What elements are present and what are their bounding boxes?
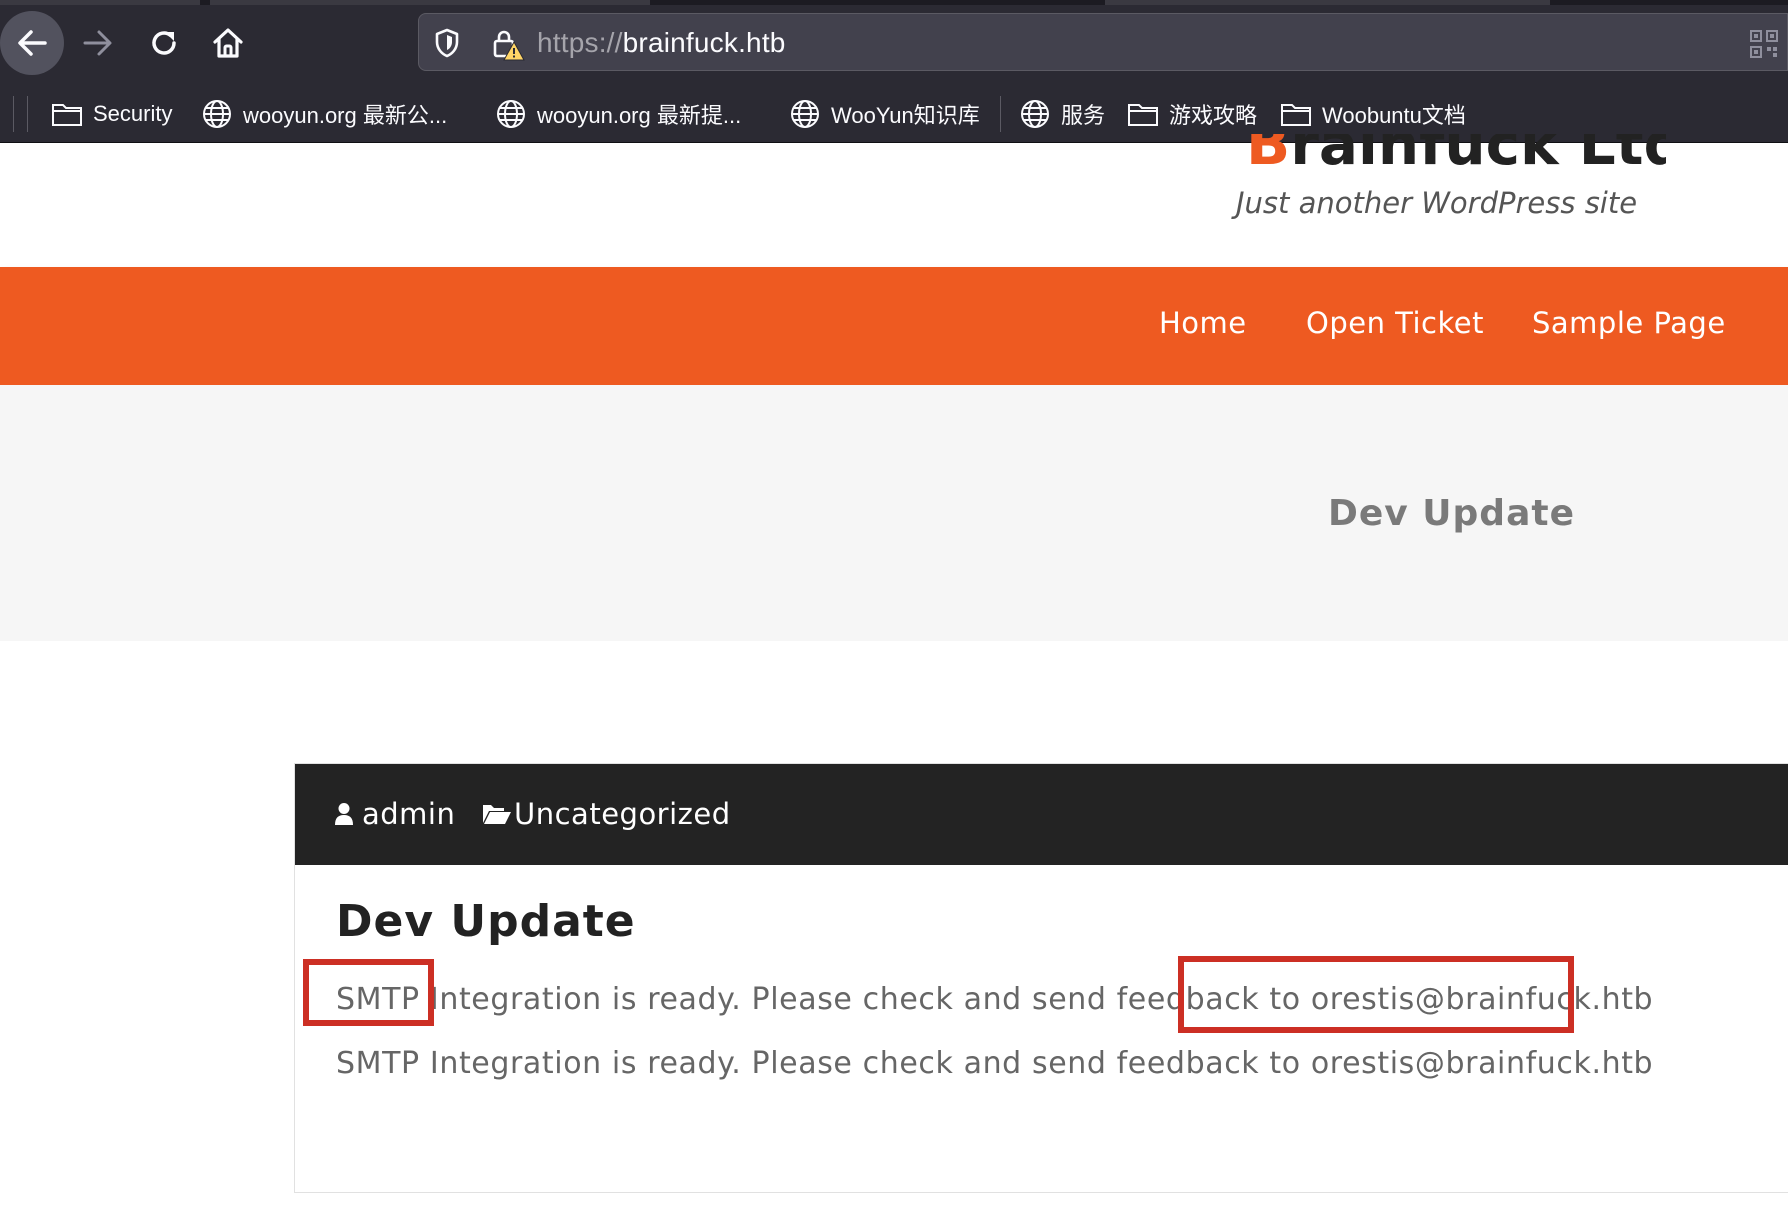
post-author[interactable]: admin <box>334 797 455 831</box>
url-text[interactable]: https://brainfuck.htb <box>537 27 786 59</box>
bookmark-label: 游戏攻略 <box>1169 103 1258 128</box>
qr-code-icon[interactable] <box>1749 29 1779 59</box>
bookmark-label: 服务 <box>1061 103 1106 128</box>
lock-warning-icon[interactable] <box>492 28 526 62</box>
post-paragraph: SMTP Integration is ready. Please check … <box>336 1046 1654 1081</box>
shield-icon[interactable] <box>434 28 460 58</box>
site-tagline: Just another WordPress site <box>1236 186 1638 220</box>
highlight-box-email <box>1178 956 1574 1033</box>
bookmark-label: WooYun知识库 <box>831 103 980 128</box>
bookmark-wooyun-latest-submit[interactable]: wooyun.org 最新提... <box>495 96 741 132</box>
site-title[interactable]: Brainfuck Ltd. <box>1246 134 1666 178</box>
site-title-rest: rainfuck Ltd. <box>1290 134 1666 178</box>
arrow-right-icon <box>83 30 112 56</box>
reload-icon <box>152 31 176 55</box>
bookmarks-separator <box>13 96 14 132</box>
post-category[interactable]: Uncategorized <box>482 797 731 831</box>
globe-icon <box>1021 100 1049 128</box>
bookmark-wooyun-latest-public[interactable]: wooyun.org 最新公... <box>201 96 447 132</box>
folder-icon <box>1128 104 1158 126</box>
url-host: brainfuck.htb <box>622 27 786 58</box>
home-button[interactable] <box>196 11 260 75</box>
post-category-name: Uncategorized <box>514 797 731 831</box>
arrow-left-icon <box>18 30 47 56</box>
back-button[interactable] <box>0 11 64 75</box>
post-title[interactable]: Dev Update <box>336 896 636 947</box>
page-title: Dev Update <box>1328 493 1575 534</box>
user-icon <box>335 803 353 825</box>
main-navigation <box>0 267 1788 385</box>
globe-icon <box>497 100 525 128</box>
nav-open-ticket[interactable]: Open Ticket <box>1306 306 1484 340</box>
site-title-first-letter: B <box>1246 134 1291 178</box>
bookmark-label: wooyun.org 最新公... <box>243 103 448 128</box>
bookmark-label: Woobuntu文档 <box>1322 103 1466 128</box>
bookmark-label: Security <box>93 101 173 126</box>
url-scheme: https:// <box>537 27 623 58</box>
highlight-box-smtp <box>303 959 434 1026</box>
forward-button[interactable] <box>66 11 130 75</box>
bookmarks-separator <box>1000 96 1001 132</box>
bookmark-wooyun-knowledge[interactable]: WooYun知识库 <box>789 96 980 132</box>
bookmark-security[interactable]: Security <box>51 96 172 132</box>
globe-icon <box>791 100 819 128</box>
nav-home[interactable]: Home <box>1159 306 1247 340</box>
globe-icon <box>203 100 231 128</box>
folder-open-icon <box>483 805 511 824</box>
folder-icon <box>52 104 82 126</box>
bookmark-services[interactable]: 服务 <box>1019 96 1105 132</box>
bookmark-game-guides[interactable]: 游戏攻略 <box>1127 96 1257 132</box>
reload-button[interactable] <box>132 11 196 75</box>
bookmark-label: wooyun.org 最新提... <box>537 103 742 128</box>
nav-sample-page[interactable]: Sample Page <box>1532 306 1726 340</box>
folder-icon <box>1281 104 1311 126</box>
bookmark-woobuntu-docs[interactable]: Woobuntu文档 <box>1280 96 1466 132</box>
bookmarks-separator <box>27 96 28 132</box>
home-icon <box>213 28 243 58</box>
post-author-name: admin <box>362 797 456 831</box>
